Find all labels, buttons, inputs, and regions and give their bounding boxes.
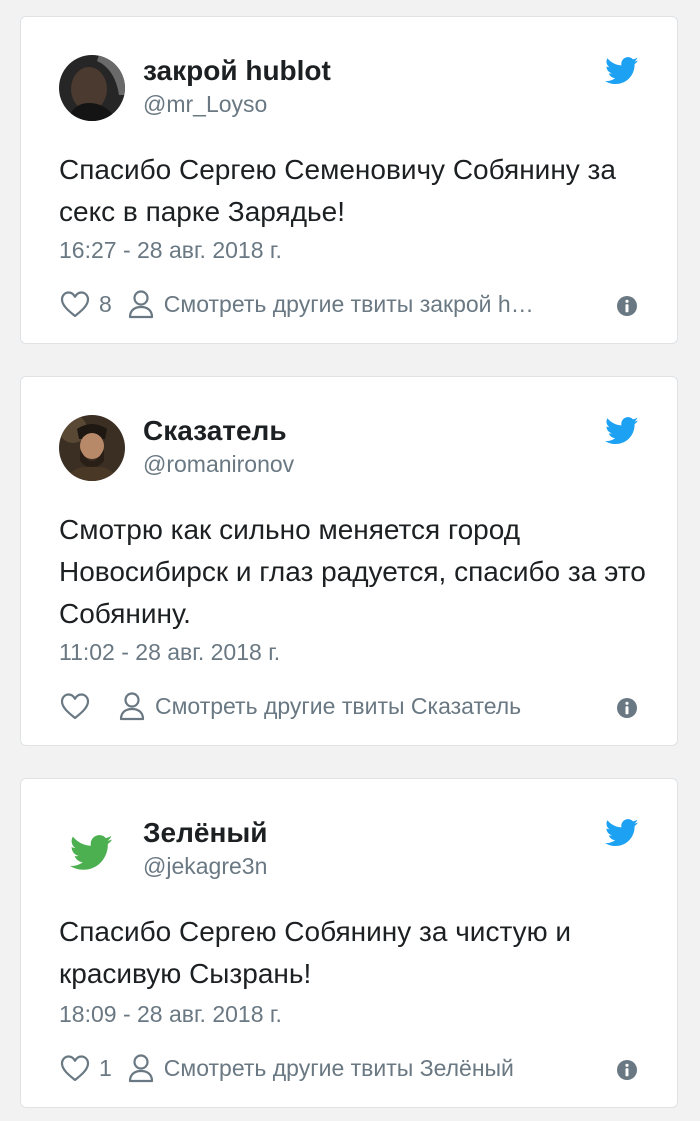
- person-icon[interactable]: [128, 289, 154, 319]
- avatar[interactable]: [59, 817, 125, 883]
- avatar[interactable]: [59, 55, 125, 121]
- heart-icon[interactable]: [59, 691, 91, 721]
- tweet-card[interactable]: Зелёный @jekagre3n Спасибо Сергею Собяни…: [20, 778, 678, 1108]
- avatar[interactable]: [59, 415, 125, 481]
- tweet-actions: 8 Смотреть другие твиты закрой h…: [59, 287, 534, 321]
- twitter-bird-icon[interactable]: [605, 57, 639, 85]
- tweet-date[interactable]: 11:02 - 28 авг. 2018 г.: [59, 639, 280, 666]
- tweet-text: Спасибо Сергею Собянину за чистую и крас…: [59, 916, 571, 989]
- like-count: 8: [99, 290, 112, 317]
- tweet-actions: 1 Смотреть другие твиты Зелёный: [59, 1051, 514, 1085]
- person-icon[interactable]: [128, 1053, 154, 1083]
- twitter-bird-icon[interactable]: [605, 819, 639, 847]
- tweet-card[interactable]: Сказатель @romanironov Смотрю как сильно…: [20, 376, 678, 746]
- heart-icon[interactable]: [59, 1053, 91, 1083]
- more-tweets-link[interactable]: Смотреть другие твиты закрой h…: [164, 291, 534, 318]
- author-name[interactable]: Сказатель: [143, 415, 287, 447]
- tweet-text: Смотрю как сильно меняется город Новосиб…: [59, 514, 646, 629]
- author-name[interactable]: закрой hublot: [143, 55, 331, 87]
- twitter-bird-icon[interactable]: [605, 417, 639, 445]
- info-icon[interactable]: [617, 1060, 637, 1080]
- tweet-text: Спасибо Сергею Семеновичу Собянину за се…: [59, 154, 616, 227]
- heart-icon[interactable]: [59, 289, 91, 319]
- author-handle[interactable]: @jekagre3n: [143, 853, 267, 880]
- tweet-date[interactable]: 16:27 - 28 авг. 2018 г.: [59, 237, 282, 264]
- info-icon[interactable]: [617, 698, 637, 718]
- info-icon[interactable]: [617, 296, 637, 316]
- tweet-actions: Смотреть другие твиты Сказатель: [59, 689, 521, 723]
- tweet-card[interactable]: закрой hublot @mr_Loyso Спасибо Сергею С…: [20, 16, 678, 344]
- author-handle[interactable]: @mr_Loyso: [143, 91, 267, 118]
- like-count: 1: [99, 1054, 112, 1081]
- author-handle[interactable]: @romanironov: [143, 451, 294, 478]
- more-tweets-link[interactable]: Смотреть другие твиты Сказатель: [155, 693, 521, 720]
- tweet-date[interactable]: 18:09 - 28 авг. 2018 г.: [59, 1001, 282, 1028]
- person-icon[interactable]: [119, 691, 145, 721]
- author-name[interactable]: Зелёный: [143, 817, 268, 849]
- more-tweets-link[interactable]: Смотреть другие твиты Зелёный: [164, 1055, 514, 1082]
